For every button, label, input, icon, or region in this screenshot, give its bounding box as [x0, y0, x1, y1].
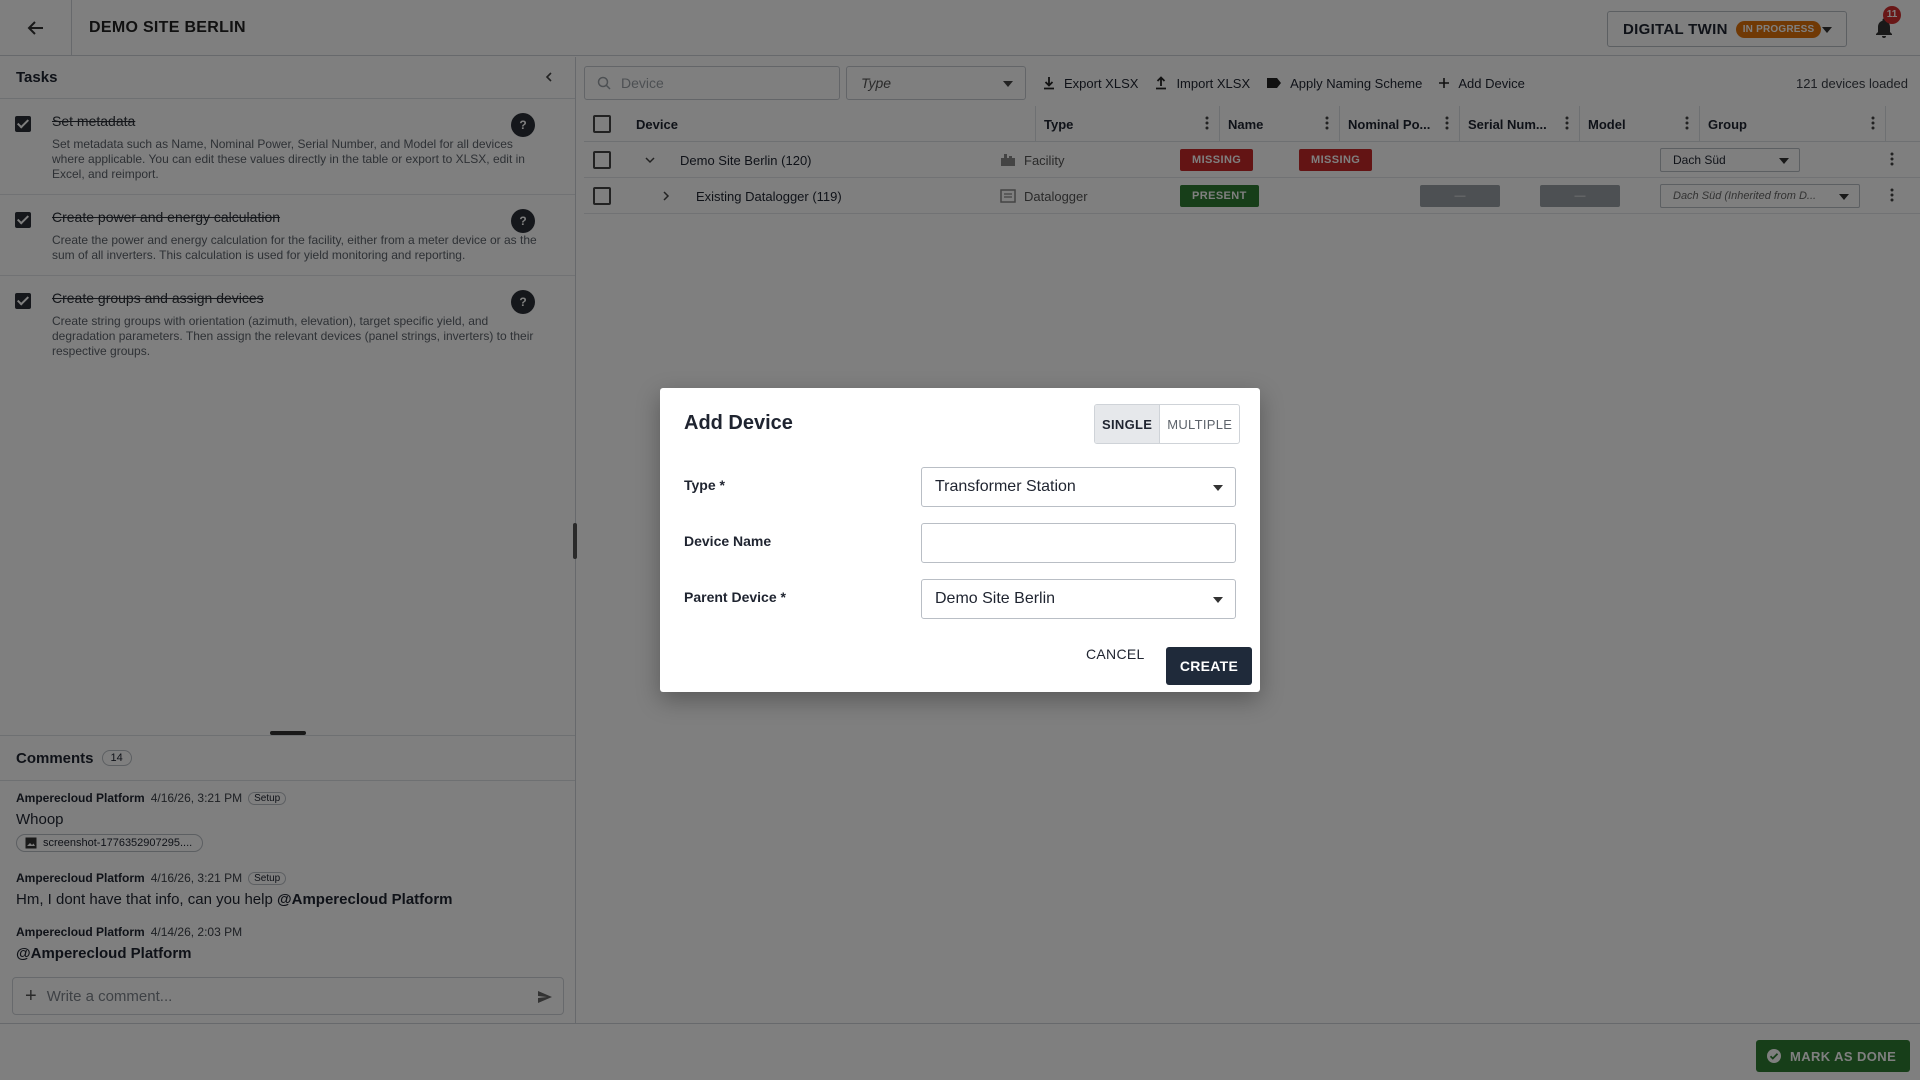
- parent-device-select[interactable]: Demo Site Berlin: [921, 579, 1236, 619]
- mode-single-button[interactable]: SINGLE: [1095, 405, 1161, 443]
- mode-multiple-button[interactable]: MULTIPLE: [1160, 405, 1239, 443]
- chevron-down-icon: [1213, 485, 1223, 491]
- parent-device-field-label: Parent Device *: [684, 589, 786, 605]
- add-device-dialog: Add Device SINGLE MULTIPLE Type * Transf…: [660, 388, 1260, 692]
- type-field-label: Type *: [684, 477, 725, 493]
- device-name-field-label: Device Name: [684, 533, 772, 549]
- dialog-title: Add Device: [684, 412, 793, 434]
- create-button[interactable]: CREATE: [1166, 647, 1252, 685]
- mode-toggle: SINGLE MULTIPLE: [1094, 404, 1241, 444]
- chevron-down-icon: [1213, 597, 1223, 603]
- type-select[interactable]: Transformer Station: [921, 467, 1236, 507]
- cancel-button[interactable]: CANCEL: [1086, 646, 1145, 662]
- parent-device-value: Demo Site Berlin: [935, 590, 1056, 607]
- device-name-input[interactable]: [921, 523, 1236, 563]
- type-select-value: Transformer Station: [935, 478, 1076, 495]
